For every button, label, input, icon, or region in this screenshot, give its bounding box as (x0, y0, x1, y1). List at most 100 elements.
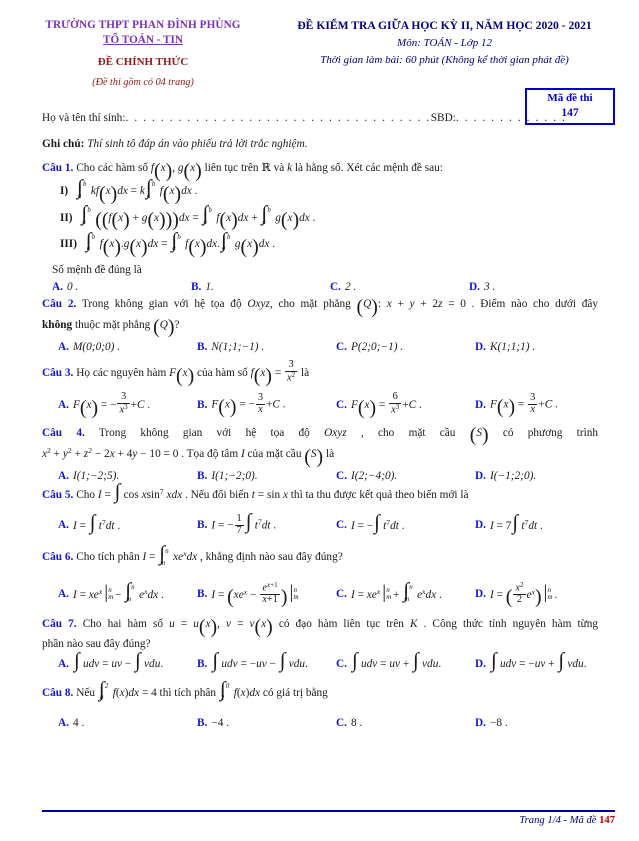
option-text: F(x) = 3 x +C . (489, 392, 558, 419)
integral-symbol: ∫ (351, 647, 358, 672)
sbd-dots[interactable]: . . . . . . . . . . . . . (456, 112, 567, 124)
department-name: TỔ TOÁN - TIN (103, 34, 183, 46)
option-label: A. (58, 398, 69, 411)
statement-III-roman: III) (60, 238, 77, 251)
option-6-B[interactable]: B. I = (xex − ex+1 x+1) | n m (181, 580, 320, 609)
option-1-B[interactable]: B. 1. (181, 279, 320, 294)
instruction-note: Ghi chú: Thí sinh tô đáp án vào phiếu tr… (42, 138, 308, 150)
exam-title: ĐỀ KIỂM TRA GIỮA HỌC KỲ II, NĂM HỌC 2020… (297, 19, 592, 32)
option-3-D[interactable]: D. F(x) = 3 x +C . (459, 392, 598, 419)
option-label: A. (58, 716, 69, 729)
candidate-name-label: Họ và tên thí sinh: (42, 112, 126, 124)
option-1-D[interactable]: D. 3 . (459, 279, 598, 294)
integral-symbol: ∫ b a (85, 227, 96, 253)
integral-symbol: ∫ (245, 508, 252, 533)
candidate-name-dots[interactable]: . . . . . . . . . . . . . . . . . . . . … (125, 112, 430, 124)
integral-symbol: ∫ n m (125, 578, 135, 603)
option-label: D. (475, 398, 486, 411)
option-text: 2 . (344, 280, 357, 293)
question-1-options: A. 0 . B. 1. C. 2 . D. 3 . (42, 279, 598, 294)
option-text: I = xex | n m + ∫ n m exdx . (350, 578, 442, 604)
option-text: I = −1 7 ∫ t7dt . (211, 508, 277, 536)
questions-container: Câu 1. Cho các hàm số f(x), g(x) liên tụ… (42, 160, 598, 732)
option-label: C. (336, 519, 347, 532)
option-text: −8 . (489, 716, 508, 729)
option-2-C[interactable]: C. P(2;0;−1) . (320, 339, 459, 354)
statement-II-roman: II) (60, 211, 73, 224)
option-8-A[interactable]: A. 4 . (42, 715, 181, 730)
option-6-D[interactable]: D. I = (x2 2 ex) | n m . (459, 581, 598, 607)
option-text: M(0;0;0) . (72, 340, 121, 353)
option-text: 1. (205, 280, 214, 293)
option-1-C[interactable]: C. 2 . (320, 279, 459, 294)
option-3-C[interactable]: C. F(x) = 6 x3 +C . (320, 392, 459, 418)
option-7-C[interactable]: C. ∫ udv = uv + ∫ vdu. (320, 647, 459, 672)
question-6-text: Cho tích phân I = ∫ n m xexdx , khẳng định… (76, 541, 343, 567)
integral-symbol: ∫ (135, 647, 141, 672)
option-text: I = (xex − ex+1 x+1) | n m (211, 580, 299, 609)
option-5-B[interactable]: B. I = −1 7 ∫ t7dt . (181, 508, 320, 537)
option-7-D[interactable]: D. ∫ udv = −uv + ∫ vdu. (459, 647, 598, 672)
option-text: 4 . (72, 716, 85, 729)
statement-I: I) ∫ b a kf(x)dx = k ∫ b a f(x)dx . (60, 175, 198, 205)
page-count-note: (Đề thi gồm có 04 trang) (92, 76, 194, 88)
question-5-text: Cho I = ∫ cos xsin7 xdx . Nếu đổi biến t … (76, 479, 469, 503)
option-2-A[interactable]: A. M(0;0;0) . (42, 339, 181, 354)
option-4-C[interactable]: C. I(2;−4;0). (320, 468, 459, 483)
option-1-A[interactable]: A. 0 . (42, 279, 181, 294)
option-5-C[interactable]: C. I = − ∫ t7dt . (320, 509, 459, 537)
option-5-A[interactable]: A. I = ∫ t7dt . (42, 509, 181, 537)
statement-II: II) ∫ b a ((f(x) + g(x)))dx = ∫ b a f(x)dx +… (60, 201, 316, 232)
option-7-A[interactable]: A. ∫ udv = uv − ∫ vdu. (42, 647, 181, 672)
question-4-options: A. I(1;−2;5). B. I(1;−2;0). C. I(2;−4;0). D… (42, 468, 598, 483)
question-6: Câu 6. Cho tích phân I = ∫ n m xexdx , khẳ… (42, 541, 598, 567)
option-label: C. (336, 658, 347, 671)
option-3-A[interactable]: A. F(x) = −3 x3 +C . (42, 392, 181, 418)
integral-symbol: ∫ b a (221, 227, 231, 253)
option-text: I(1;−2;5). (72, 469, 120, 482)
option-4-D[interactable]: D. I(−1;2;0). (459, 468, 598, 483)
question-1-statements: I) ∫ b a kf(x)dx = k ∫ b a f(x)dx . II) ∫ b a (… (60, 175, 598, 257)
question-4-label: Câu 4. (42, 426, 85, 439)
note-text: Thí sinh tô đáp án vào phiếu trả lời trắ… (87, 138, 308, 150)
option-label: C. (336, 398, 347, 411)
question-4: Câu 4. Trong không gian với hệ tọa độ Ox… (42, 425, 598, 446)
option-4-B[interactable]: B. I(1;−2;0). (181, 468, 320, 483)
option-text: I = ∫ t7dt . (72, 509, 121, 534)
question-1: Câu 1. Cho các hàm số f(x), g(x) liên tụ… (42, 160, 598, 181)
option-label: B. (197, 658, 208, 671)
option-text: I(2;−4;0). (350, 469, 398, 482)
option-text: I(1;−2;0). (211, 469, 258, 482)
option-7-B[interactable]: B. ∫ udv = −uv − ∫ vdu. (181, 647, 320, 672)
option-6-A[interactable]: A. I = xex | n m − ∫ n m exdx . (42, 578, 181, 606)
option-text: I = − ∫ t7dt . (350, 509, 405, 534)
question-7-label: Câu 7. (42, 618, 77, 631)
option-text: ∫ udv = uv + ∫ vdu. (351, 647, 442, 672)
option-text: 3 . (483, 280, 496, 293)
option-4-A[interactable]: A. I(1;−2;5). (42, 468, 181, 483)
option-5-D[interactable]: D. I = 7 ∫ t7dt . (459, 511, 598, 537)
option-label: C. (336, 587, 347, 600)
option-3-B[interactable]: B. F(x) = −3 x +C . (181, 392, 320, 417)
option-label: B. (197, 398, 208, 411)
option-2-B[interactable]: B. N(1;1;−1) . (181, 339, 320, 354)
question-5-options: A. I = ∫ t7dt . B. I = −1 7 ∫ t7dt . C. I = − ∫ t… (42, 508, 598, 537)
integral-symbol: ∫ (558, 647, 565, 672)
option-8-C[interactable]: C. 8 . (320, 715, 459, 730)
question-8: Câu 8. Nếu ∫ 2 0 f(x)dx = 4 thì tích phân … (42, 676, 598, 703)
exam-duration: Thời gian làm bài: 60 phút (Không kể thờ… (320, 54, 569, 67)
option-label: B. (197, 587, 208, 600)
option-label: A. (58, 519, 69, 532)
integral-symbol: ∫ (279, 647, 286, 672)
option-6-C[interactable]: C. I = xex | n m + ∫ n m exdx . (320, 578, 459, 606)
header-right-block: ĐỀ KIỂM TRA GIỮA HỌC KỲ II, NĂM HỌC 2020… (268, 18, 621, 90)
integral-symbol: ∫ b a (171, 227, 181, 253)
option-2-D[interactable]: D. K(1;1;1) . (459, 339, 598, 354)
official-exam-label: ĐỀ CHÍNH THỨC (97, 56, 189, 68)
option-label: D. (469, 280, 480, 293)
integral-symbol: ∫ 2 0 (98, 676, 109, 703)
integral-symbol: ∫ b a (202, 201, 212, 227)
option-8-D[interactable]: D. −8 . (459, 715, 598, 730)
option-8-B[interactable]: B. −4 . (181, 715, 320, 730)
option-label: B. (197, 340, 208, 353)
